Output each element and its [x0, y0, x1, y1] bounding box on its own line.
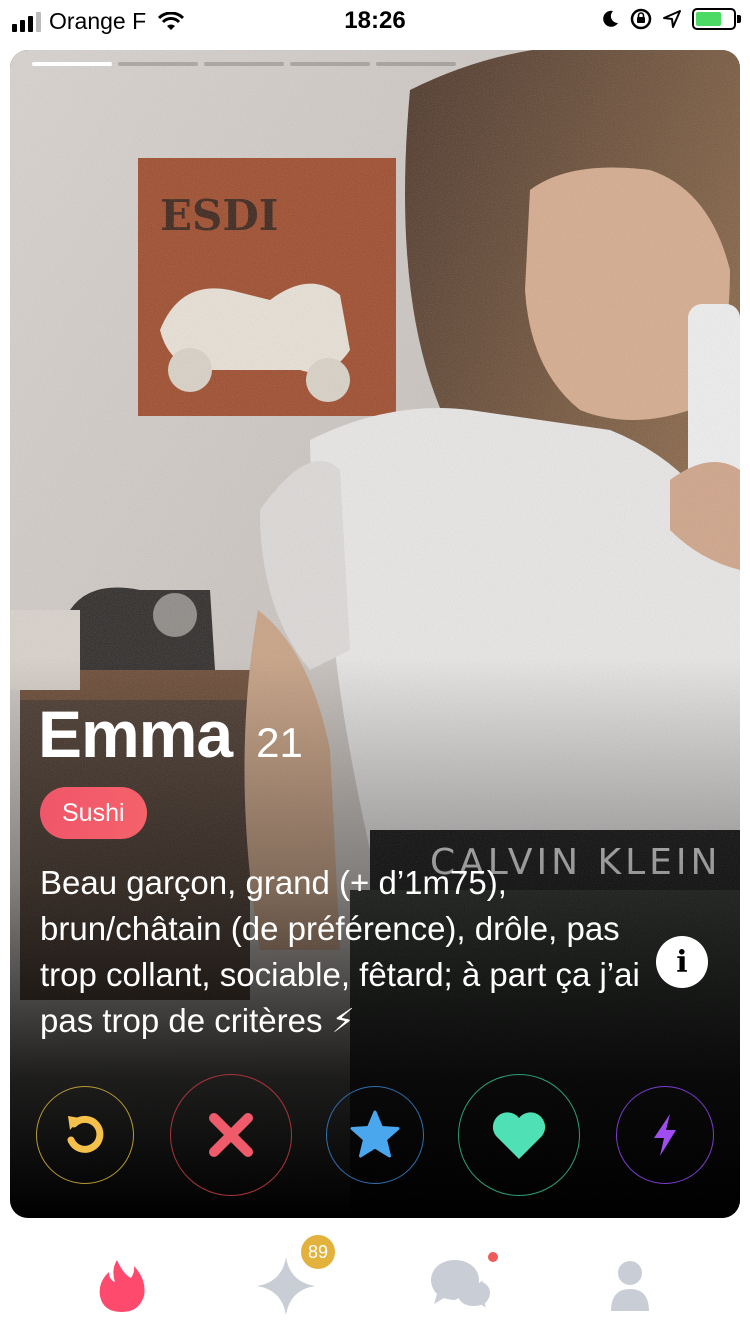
- like-button[interactable]: [458, 1074, 580, 1196]
- flame-icon: [99, 1260, 145, 1312]
- interest-tag: Sushi: [40, 787, 147, 839]
- status-bar: Orange F 18:26: [0, 0, 750, 44]
- photo-indicator-segment[interactable]: [290, 62, 370, 66]
- heart-icon: [492, 1112, 546, 1159]
- boost-button[interactable]: [616, 1086, 714, 1184]
- rotation-lock-icon: [630, 8, 652, 30]
- star-icon: [350, 1110, 400, 1158]
- action-bar: [10, 1070, 740, 1200]
- photo-indicator-segment[interactable]: [118, 62, 198, 66]
- nope-button[interactable]: [170, 1074, 292, 1196]
- messages-notification-dot: [488, 1252, 498, 1262]
- photo-indicator-segment[interactable]: [32, 62, 112, 66]
- bottom-nav: 89: [0, 1218, 750, 1334]
- profile-card[interactable]: ESDI CALVIN KLEIN Emma 21 Sushi Beau gar…: [10, 50, 740, 1218]
- rewind-icon: [67, 1115, 104, 1153]
- photo-indicator-segment[interactable]: [204, 62, 284, 66]
- super-like-button[interactable]: [326, 1086, 424, 1184]
- profile-bio: Beau garçon, grand (+ d’1m75), brun/chât…: [40, 864, 640, 1039]
- profile-icon: [611, 1261, 649, 1311]
- nav-discover[interactable]: [82, 1246, 162, 1326]
- top-picks-badge: 89: [298, 1232, 338, 1272]
- battery-icon: [692, 8, 741, 30]
- moon-icon: [603, 10, 618, 27]
- profile-name: Emma: [38, 697, 233, 771]
- location-icon: [663, 10, 681, 28]
- nav-profile[interactable]: [590, 1246, 670, 1326]
- photo-indicator-segment[interactable]: [376, 62, 456, 66]
- photo-indicator: [32, 62, 456, 66]
- status-right: [600, 8, 741, 30]
- chat-icon: [431, 1260, 495, 1314]
- close-icon: [209, 1113, 253, 1157]
- name-row: Emma 21: [38, 696, 303, 772]
- rewind-button[interactable]: [36, 1086, 134, 1184]
- profile-age: 21: [256, 719, 303, 766]
- info-button[interactable]: i: [656, 936, 708, 988]
- bolt-icon: [654, 1114, 676, 1156]
